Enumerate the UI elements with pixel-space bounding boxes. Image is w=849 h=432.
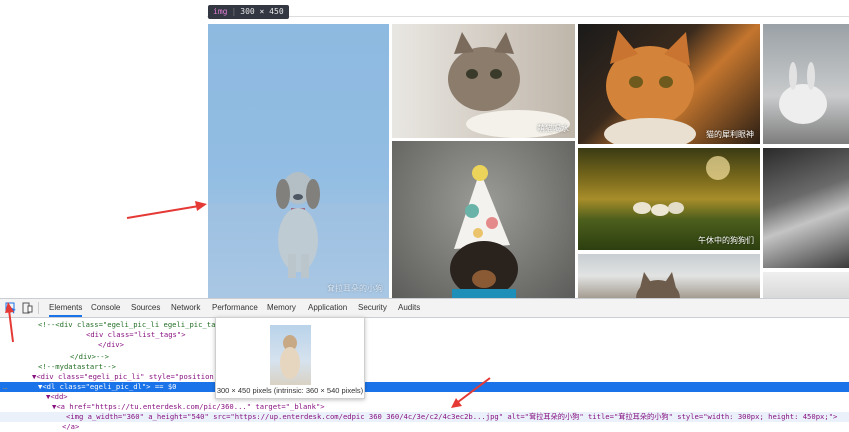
dom-line[interactable]: </div>	[0, 340, 849, 350]
tab-console[interactable]: Console	[91, 299, 120, 317]
devtools-tabbar: Elements Console Sources Network Perform…	[0, 299, 849, 318]
tab-performance[interactable]: Performance	[212, 299, 258, 317]
photo-cat-drinking[interactable]: 萌猫喝水	[392, 24, 575, 138]
photo-orange-cat[interactable]: 猫的犀利眼神	[578, 24, 760, 144]
dom-line[interactable]: ▼<dd>	[0, 392, 849, 402]
devtools-panel: Elements Console Sources Network Perform…	[0, 298, 849, 431]
photo-caption: 午休中的狗狗们	[698, 236, 754, 245]
tooltip-tag: img	[213, 7, 228, 16]
page-viewport: 耷拉耳朵的小狗 萌猫喝水 猫的犀利眼神 午休中的狗狗们 img | 300 × …	[0, 0, 849, 298]
photo-party-dog[interactable]	[392, 141, 575, 298]
dom-line[interactable]: ▼<div class="egeli_pic_li" style="positi…	[0, 372, 849, 382]
preview-dimensions: 300 × 450 pixels (intrinsic: 360 × 540 p…	[216, 386, 364, 395]
select-element-icon[interactable]	[5, 302, 17, 314]
image-preview-popover: 300 × 450 pixels (intrinsic: 360 × 540 p…	[215, 317, 365, 399]
photo-bridge[interactable]	[763, 148, 849, 268]
photo-rabbits[interactable]	[763, 24, 849, 144]
element-highlight-overlay	[208, 24, 389, 298]
photo-caption: 猫的犀利眼神	[706, 130, 754, 139]
tooltip-size: 300 × 450	[240, 7, 284, 16]
preview-thumbnail	[270, 325, 311, 385]
tab-elements[interactable]: Elements	[49, 299, 83, 317]
device-toolbar-icon[interactable]	[21, 302, 33, 314]
photo-caption: 萌猫喝水	[537, 124, 569, 133]
photo-rabbit-2[interactable]	[763, 272, 849, 298]
photo-cat-snow[interactable]	[578, 254, 760, 298]
dom-line[interactable]: <!--mydatastart-->	[0, 362, 849, 372]
tab-application[interactable]: Application	[308, 299, 347, 317]
dom-line-selected[interactable]: … ▼<dl class="egeli_pic_dl"> == $0	[0, 382, 849, 392]
dom-tree: <!--<div class="egeli_pic_li egeli_pic_t…	[0, 318, 849, 431]
photo-ducks[interactable]: 午休中的狗狗们	[578, 148, 760, 250]
dom-line[interactable]: <!--<div class="egeli_pic_li egeli_pic_t…	[0, 320, 849, 330]
tab-memory[interactable]: Memory	[267, 299, 296, 317]
dom-line-hovered[interactable]: <img a_width="360" a_height="540" src="h…	[0, 412, 849, 422]
photo-caption: 耷拉耳朵的小狗	[327, 284, 383, 293]
tab-security[interactable]: Security	[358, 299, 387, 317]
dom-line[interactable]: </a>	[0, 422, 849, 432]
dom-line[interactable]: ▼<a href="https://tu.enterdesk.com/pic/3…	[0, 402, 849, 412]
more-dots-icon[interactable]: …	[3, 382, 7, 392]
dom-line[interactable]: </div>-->	[0, 352, 849, 362]
tab-sources[interactable]: Sources	[131, 299, 160, 317]
tab-network[interactable]: Network	[171, 299, 200, 317]
inspector-size-tooltip: img | 300 × 450	[208, 5, 289, 19]
highlight-guide-line	[207, 16, 849, 17]
dom-line[interactable]: <div class="list_tags">	[0, 330, 849, 340]
photo-dog-highlighted[interactable]: 耷拉耳朵的小狗	[208, 24, 389, 298]
tab-audits[interactable]: Audits	[398, 299, 420, 317]
